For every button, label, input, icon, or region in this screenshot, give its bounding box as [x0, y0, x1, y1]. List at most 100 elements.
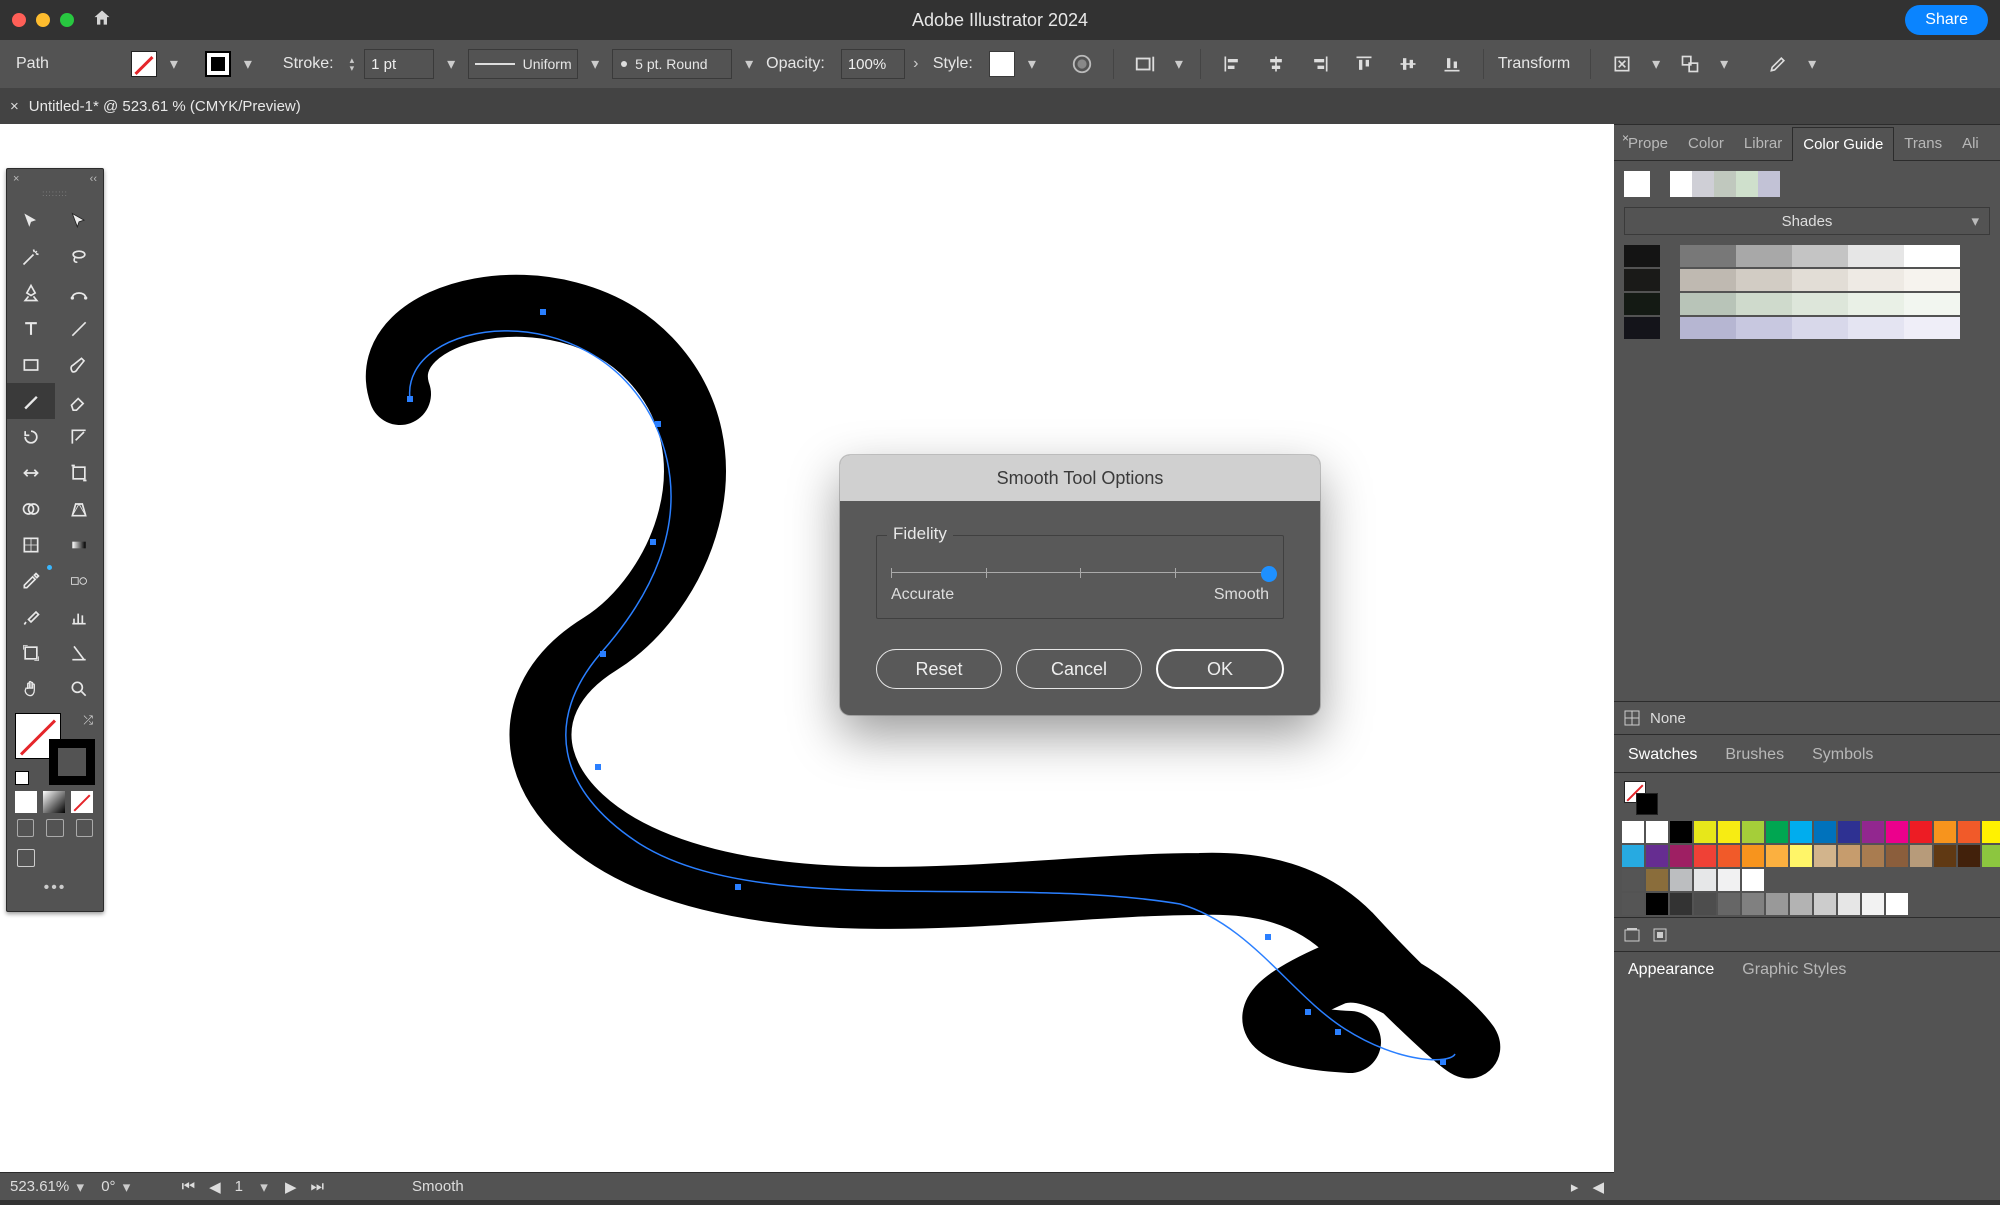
selection-tool[interactable] — [7, 203, 55, 239]
swatches-grid[interactable] — [1614, 819, 2000, 917]
color-guide-swatch[interactable] — [1848, 293, 1904, 315]
color-guide-swatch[interactable] — [1848, 317, 1904, 339]
artwork-path[interactable] — [0, 124, 1614, 1200]
opacity-dropdown-icon[interactable]: › — [909, 55, 923, 73]
color-guide-swatch[interactable] — [1792, 269, 1848, 291]
harmony-swatch[interactable] — [1714, 171, 1736, 197]
toolbox-close-icon[interactable]: × — [13, 173, 19, 185]
recolor-artwork-icon[interactable] — [1065, 47, 1099, 81]
color-guide-swatch[interactable] — [1848, 245, 1904, 267]
shape-builder-tool[interactable] — [7, 491, 55, 527]
swatch[interactable] — [1694, 869, 1716, 891]
swatch[interactable] — [1670, 821, 1692, 843]
color-guide-swatch[interactable] — [1680, 317, 1736, 339]
color-guide-swatch[interactable] — [1904, 269, 1960, 291]
color-guide-swatch[interactable] — [1680, 269, 1736, 291]
fill-swatch[interactable] — [131, 51, 157, 77]
width-tool[interactable] — [7, 455, 55, 491]
align-to-icon[interactable] — [1128, 47, 1162, 81]
window-zoom-button[interactable] — [60, 13, 74, 27]
swatch[interactable] — [1742, 845, 1764, 867]
swatch[interactable] — [1958, 821, 1980, 843]
color-guide-grid[interactable] — [1614, 245, 2000, 341]
swatch[interactable] — [1814, 821, 1836, 843]
brush-dropdown-icon[interactable]: ▾ — [742, 54, 756, 74]
color-guide-swatch[interactable] — [1624, 317, 1660, 339]
window-minimize-button[interactable] — [36, 13, 50, 27]
align-right-icon[interactable] — [1303, 47, 1337, 81]
harmony-swatch[interactable] — [1736, 171, 1758, 197]
canvas[interactable] — [0, 124, 1614, 1200]
share-button[interactable]: Share — [1905, 5, 1988, 35]
swatch[interactable] — [1862, 821, 1884, 843]
swatch[interactable] — [1622, 845, 1644, 867]
align-left-icon[interactable] — [1215, 47, 1249, 81]
profile-dropdown-icon[interactable]: ▾ — [588, 54, 602, 74]
tab-color[interactable]: Color — [1678, 127, 1734, 160]
tab-brushes[interactable]: Brushes — [1711, 738, 1798, 772]
swatch[interactable] — [1742, 869, 1764, 891]
swatch[interactable] — [1886, 845, 1908, 867]
swatch[interactable] — [1622, 869, 1644, 891]
swatch[interactable] — [1862, 893, 1884, 915]
swatch-options-icon[interactable] — [1652, 927, 1668, 943]
direct-selection-tool[interactable] — [55, 203, 103, 239]
color-guide-swatch[interactable] — [1904, 245, 1960, 267]
opacity-field[interactable] — [841, 49, 905, 79]
fill-stroke-control[interactable]: ⤮ — [13, 713, 97, 785]
tab-graphic-styles[interactable]: Graphic Styles — [1728, 953, 1860, 987]
swatch[interactable] — [1766, 845, 1788, 867]
default-fill-stroke-icon[interactable] — [15, 771, 29, 785]
swatch[interactable] — [1934, 821, 1956, 843]
swatch[interactable] — [1982, 821, 2000, 843]
edit-toolbar-icon[interactable]: ••• — [7, 873, 103, 903]
color-guide-swatch[interactable] — [1680, 293, 1736, 315]
color-guide-swatch[interactable] — [1736, 293, 1792, 315]
swatch[interactable] — [1838, 821, 1860, 843]
style-dropdown-icon[interactable]: ▾ — [1025, 54, 1039, 74]
isolate-icon[interactable] — [1605, 47, 1639, 81]
swatch[interactable] — [1646, 893, 1668, 915]
brush-definition[interactable]: 5 pt. Round — [612, 49, 732, 79]
swatch[interactable] — [1838, 845, 1860, 867]
tab-appearance[interactable]: Appearance — [1614, 953, 1728, 987]
swatch[interactable] — [1910, 845, 1932, 867]
harmony-swatch[interactable] — [1758, 171, 1780, 197]
swatch[interactable] — [1670, 845, 1692, 867]
zoom-field[interactable]: 523.61% ▾ — [10, 1178, 87, 1196]
swatch[interactable] — [1718, 821, 1740, 843]
color-guide-swatch[interactable] — [1792, 293, 1848, 315]
artboard-first-icon[interactable]: ⏮ — [182, 1178, 196, 1195]
draw-inside-icon[interactable] — [76, 819, 93, 837]
color-guide-mode-select[interactable]: Shades — [1624, 207, 1990, 235]
artboard-prev-icon[interactable]: ◀ — [209, 1178, 221, 1196]
magic-wand-tool[interactable] — [7, 239, 55, 275]
artboard-tool[interactable] — [7, 635, 55, 671]
align-vcenter-icon[interactable] — [1391, 47, 1425, 81]
fill-dropdown-icon[interactable]: ▾ — [167, 54, 181, 74]
swatch[interactable] — [1694, 893, 1716, 915]
swatch[interactable] — [1886, 821, 1908, 843]
color-guide-swatch[interactable] — [1904, 293, 1960, 315]
align-top-icon[interactable] — [1347, 47, 1381, 81]
stroke-swatch[interactable] — [205, 51, 231, 77]
swatch[interactable] — [1934, 845, 1956, 867]
screen-mode-icon[interactable] — [17, 849, 35, 867]
color-guide-swatch[interactable] — [1624, 293, 1660, 315]
gradient-mode-icon[interactable] — [43, 791, 65, 813]
color-guide-swatch[interactable] — [1624, 269, 1660, 291]
swap-fill-stroke-icon[interactable]: ⤮ — [83, 713, 93, 728]
color-guide-swatch[interactable] — [1736, 269, 1792, 291]
harmony-swatch[interactable] — [1692, 171, 1714, 197]
lasso-tool[interactable] — [55, 239, 103, 275]
scroll-left-icon[interactable]: ◀ — [1592, 1178, 1604, 1196]
swatch[interactable] — [1958, 845, 1980, 867]
pen-tool[interactable] — [7, 275, 55, 311]
color-guide-swatch[interactable] — [1904, 317, 1960, 339]
swatch[interactable] — [1646, 821, 1668, 843]
color-guide-base[interactable] — [1624, 171, 1650, 197]
color-guide-swatch[interactable] — [1792, 317, 1848, 339]
panel-close-icon[interactable]: × — [1622, 131, 1629, 145]
eraser-tool[interactable] — [55, 383, 103, 419]
tab-trans[interactable]: Trans — [1894, 127, 1952, 160]
